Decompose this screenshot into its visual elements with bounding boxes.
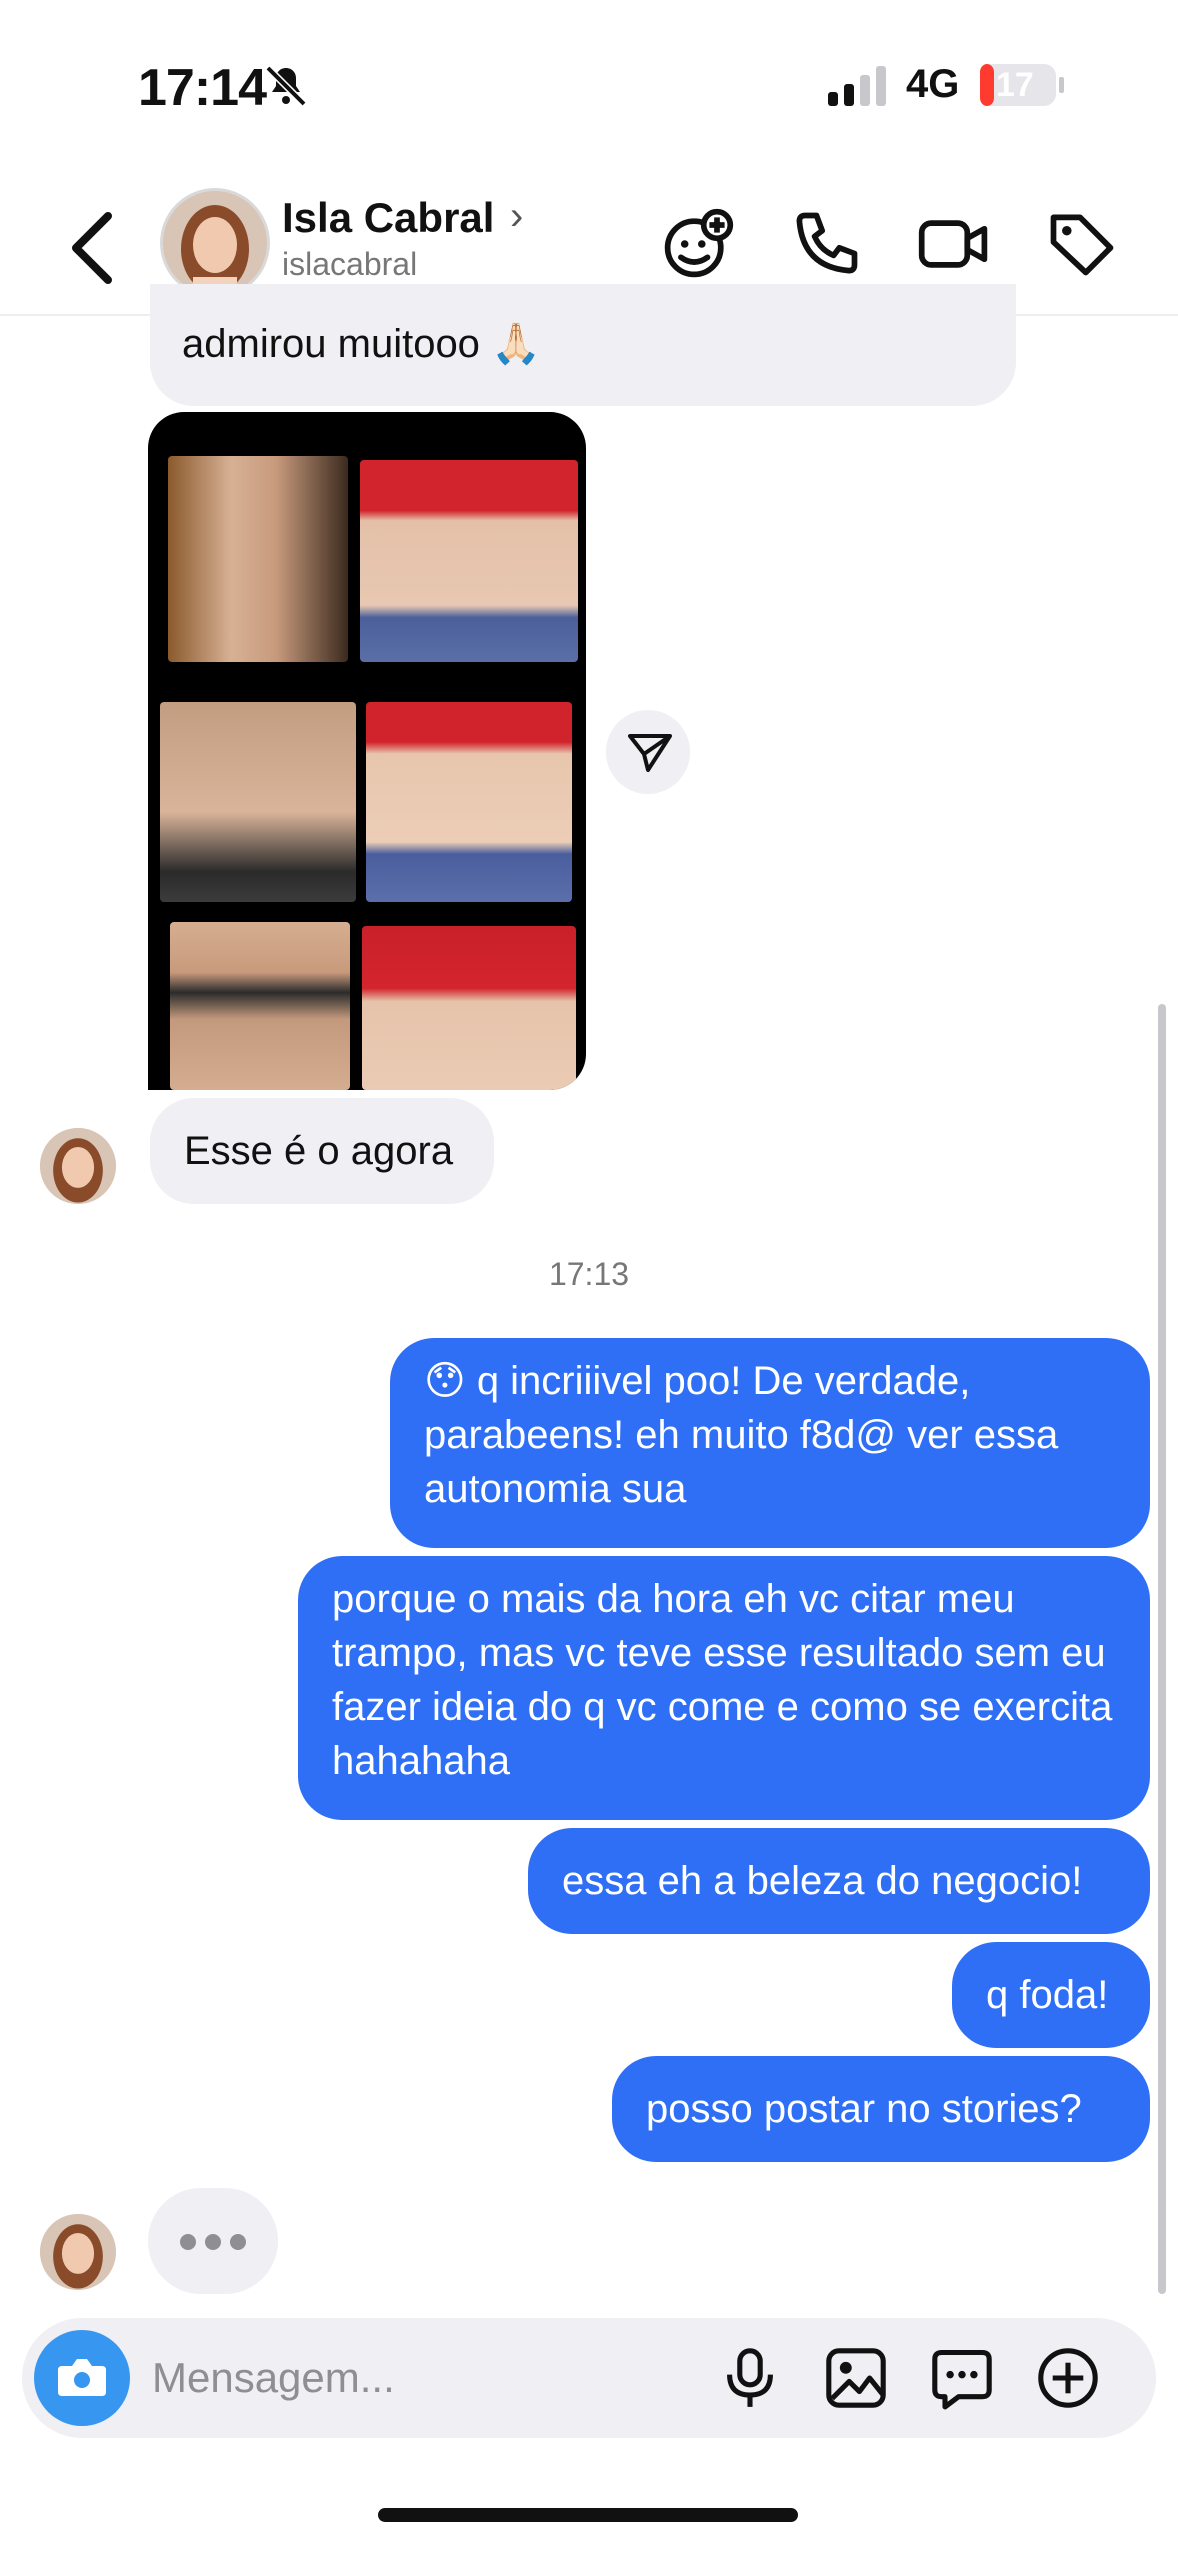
plus-icon[interactable] bbox=[1034, 2344, 1102, 2412]
mic-icon[interactable] bbox=[716, 2344, 784, 2412]
battery-icon: 17 bbox=[978, 62, 1066, 108]
bell-off-icon bbox=[265, 65, 307, 107]
effects-icon[interactable] bbox=[660, 206, 736, 282]
typing-dot bbox=[230, 2234, 246, 2250]
sticker-icon[interactable] bbox=[928, 2344, 996, 2412]
contact-name[interactable]: Isla Cabral bbox=[282, 194, 494, 242]
typing-dot bbox=[205, 2234, 221, 2250]
shared-photo-collage[interactable] bbox=[148, 412, 586, 1090]
message-incoming-clipped-top bbox=[150, 284, 1016, 314]
photo-tile bbox=[362, 926, 576, 1090]
sender-avatar[interactable] bbox=[40, 1128, 116, 1204]
scrollbar[interactable] bbox=[1158, 1004, 1166, 2294]
message-composer bbox=[22, 2318, 1156, 2438]
contact-chevron-icon[interactable]: › bbox=[510, 194, 523, 239]
message-incoming[interactable]: Esse é o agora bbox=[150, 1098, 494, 1204]
share-icon bbox=[628, 734, 672, 772]
message-outgoing[interactable]: q foda! bbox=[952, 1942, 1150, 2048]
message-incoming-text: admirou muitooo 🙏🏻 bbox=[182, 322, 541, 366]
camera-button[interactable] bbox=[34, 2330, 130, 2426]
video-icon[interactable] bbox=[916, 206, 992, 282]
tag-icon[interactable] bbox=[1044, 206, 1120, 282]
message-outgoing[interactable]: porque o mais da hora eh vc citar meu tr… bbox=[298, 1556, 1150, 1820]
status-time: 17:14 bbox=[138, 59, 267, 117]
home-indicator[interactable] bbox=[378, 2508, 798, 2522]
photo-tile bbox=[360, 460, 578, 662]
contact-avatar[interactable] bbox=[160, 188, 270, 298]
photo-tile bbox=[160, 702, 356, 902]
photo-tile bbox=[366, 702, 572, 902]
message-outgoing[interactable]: essa eh a beleza do negocio! bbox=[528, 1828, 1150, 1934]
message-outgoing[interactable]: 😯 q incriiivel poo! De verdade, parabeen… bbox=[390, 1338, 1150, 1548]
timestamp-separator: 17:13 bbox=[548, 1256, 630, 1292]
typing-dot bbox=[180, 2234, 196, 2250]
contact-username[interactable]: islacabral bbox=[282, 246, 417, 283]
camera-icon bbox=[58, 2359, 106, 2396]
network-type: 4G bbox=[906, 62, 960, 106]
share-button[interactable] bbox=[606, 710, 690, 794]
message-outgoing[interactable]: posso postar no stories? bbox=[612, 2056, 1150, 2162]
photo-tile bbox=[168, 456, 348, 662]
sender-avatar[interactable] bbox=[40, 2214, 116, 2290]
battery-level: 17 bbox=[996, 66, 1034, 104]
phone-icon[interactable] bbox=[788, 206, 864, 282]
gallery-icon[interactable] bbox=[822, 2344, 890, 2412]
photo-tile bbox=[170, 922, 350, 1090]
back-chevron-icon[interactable] bbox=[64, 208, 124, 288]
signal-icon bbox=[828, 66, 886, 106]
message-input[interactable] bbox=[150, 2342, 714, 2414]
typing-indicator bbox=[148, 2188, 278, 2294]
